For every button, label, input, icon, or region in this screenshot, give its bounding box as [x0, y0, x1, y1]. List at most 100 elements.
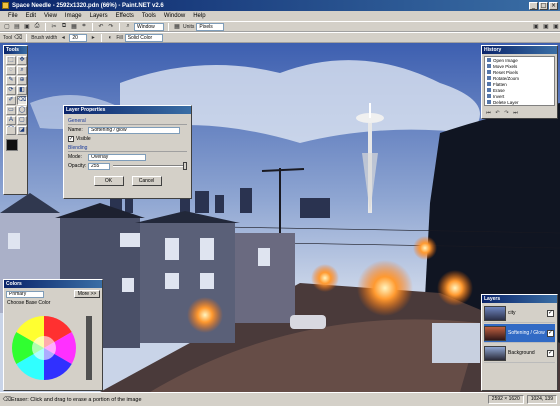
tool-button-9-icon[interactable]: ⌫: [17, 96, 27, 105]
tool-button-14-icon[interactable]: ⌒: [6, 126, 16, 135]
tool-button-3-icon[interactable]: ⌕: [17, 66, 27, 75]
eraser-tool-icon[interactable]: ⌫: [14, 34, 22, 42]
copy-icon[interactable]: ⧉: [60, 23, 68, 31]
tool-button-8-icon[interactable]: ✐: [6, 96, 16, 105]
mode-label: Mode:: [68, 154, 82, 160]
image-tab-icon[interactable]: ▣: [532, 23, 540, 31]
more-colors-button[interactable]: More >>: [74, 290, 100, 298]
crop-icon[interactable]: ⌗: [80, 23, 88, 31]
opacity-slider[interactable]: [113, 162, 187, 170]
main-toolbar: ▢ ▤ ▣ ⎙ ✂ ⧉ ▦ ⌗ ↶ ↷ ⌕ Window ▦ Units Pix…: [0, 21, 560, 32]
canvas-workspace[interactable]: Layer Properties General Name: Softening…: [0, 43, 560, 392]
ok-button[interactable]: OK: [93, 176, 124, 186]
tool-button-13-icon[interactable]: ▢: [17, 116, 27, 125]
primary-color-swatch[interactable]: [6, 139, 18, 151]
color-wheel[interactable]: [4, 306, 100, 390]
history-item-label: Reset Pixels: [493, 69, 519, 75]
brush-increase-icon[interactable]: ▸: [89, 34, 97, 42]
fill-combo[interactable]: Solid Color: [124, 33, 163, 42]
history-step-icon: [487, 82, 491, 86]
layer-visibility-checkbox[interactable]: ✓: [547, 309, 554, 317]
layers-title: Layers: [482, 295, 557, 303]
tool-button-11-icon[interactable]: ◯: [17, 106, 27, 115]
menu-help[interactable]: Help: [189, 13, 209, 19]
brush-decrease-icon[interactable]: ◂: [59, 34, 67, 42]
layer-row[interactable]: Softening / Glow ✓: [484, 324, 555, 343]
close-button[interactable]: ×: [549, 1, 558, 10]
antialias-icon[interactable]: ◐: [106, 34, 114, 42]
save-icon[interactable]: ▣: [23, 23, 31, 31]
maximize-button[interactable]: □: [539, 1, 548, 10]
history-forward-icon[interactable]: ⏭: [512, 109, 519, 116]
history-undo-icon[interactable]: ↶: [494, 109, 501, 116]
color-mode-select[interactable]: Primary: [6, 290, 44, 298]
opacity-label: Opacity:: [68, 163, 87, 169]
layer-name-input[interactable]: Softening / glow: [88, 126, 180, 134]
layer-visibility-checkbox[interactable]: ✓: [547, 329, 554, 337]
tool-button-10-icon[interactable]: ▭: [6, 106, 16, 115]
tool-button-4-icon[interactable]: ✎: [6, 76, 16, 85]
layer-thumbnail: [484, 345, 506, 361]
menu-tools[interactable]: Tools: [138, 13, 160, 19]
open-file-icon[interactable]: ▤: [13, 23, 21, 31]
new-file-icon[interactable]: ▢: [3, 23, 11, 31]
fill-label: Fill: [116, 34, 123, 41]
print-icon[interactable]: ⎙: [33, 23, 41, 31]
history-item[interactable]: Duplicate Layer: [485, 105, 554, 106]
cancel-button[interactable]: Cancel: [131, 176, 162, 186]
layer-row[interactable]: city ✓: [484, 304, 555, 323]
zoom-icon[interactable]: ⌕: [124, 23, 132, 31]
window-title: Space Needle - 2592x1320.pdn (66%) - Pai…: [12, 2, 164, 9]
history-step-icon: [487, 100, 491, 104]
undo-icon[interactable]: ↶: [97, 23, 105, 31]
toolbar-separator: [168, 22, 169, 31]
zoom-combo[interactable]: Window: [134, 22, 164, 31]
value-slider[interactable]: [86, 316, 92, 380]
brush-width-label: Brush width: [31, 34, 58, 41]
tool-button-15-icon[interactable]: ◪: [17, 126, 27, 135]
history-step-icon: [487, 88, 491, 92]
layer-properties-dialog: Layer Properties General Name: Softening…: [63, 105, 192, 199]
tool-button-5-icon[interactable]: ⊕: [17, 76, 27, 85]
grid-icon[interactable]: ▦: [173, 23, 181, 31]
menu-view[interactable]: View: [40, 13, 61, 19]
history-title: History: [482, 46, 557, 54]
minimize-button[interactable]: _: [529, 1, 538, 10]
brush-width-combo[interactable]: 20: [69, 33, 88, 42]
tools-palette: Tools ⬚ ✥ ◌ ⌕ ✎ ⊕ ⟳ ◧ ✐ ⌫ ▭ ◯ A ▢ ⌒ ◪: [3, 45, 28, 195]
tool-button-6-icon[interactable]: ⟳: [6, 86, 16, 95]
menu-file[interactable]: File: [4, 13, 22, 19]
opacity-input[interactable]: 255: [88, 162, 110, 170]
history-rewind-icon[interactable]: ⏮: [485, 109, 492, 116]
layer-visibility-checkbox[interactable]: ✓: [547, 349, 554, 357]
tool-button-7-icon[interactable]: ◧: [17, 86, 27, 95]
colors-palette: Colors Primary More >> Choose Base Color: [3, 279, 103, 391]
menu-layers[interactable]: Layers: [86, 13, 112, 19]
street-light-glow: [357, 260, 413, 316]
paste-icon[interactable]: ▦: [70, 23, 78, 31]
blend-mode-select[interactable]: Overlay: [88, 153, 146, 161]
tool-button-12-icon[interactable]: A: [6, 116, 16, 125]
menu-effects[interactable]: Effects: [112, 13, 138, 19]
menu-edit[interactable]: Edit: [22, 13, 40, 19]
layer-name: Softening / Glow: [508, 330, 545, 336]
history-redo-icon[interactable]: ↷: [503, 109, 510, 116]
redo-icon[interactable]: ↷: [107, 23, 115, 31]
street-light-glow-4: [311, 264, 339, 292]
menu-image[interactable]: Image: [61, 13, 86, 19]
toolbar-separator: [26, 33, 28, 42]
layer-row[interactable]: Background ✓: [484, 344, 555, 363]
visible-checkbox[interactable]: ✓: [68, 136, 74, 142]
image-tab-icon-3[interactable]: ▣: [552, 23, 560, 31]
units-combo[interactable]: Pixels: [196, 22, 225, 31]
opacity-slider-thumb[interactable]: [183, 162, 187, 170]
color-swatches[interactable]: [6, 139, 25, 155]
tool-button-0-icon[interactable]: ⬚: [6, 56, 16, 65]
history-item-label: Flatten: [493, 81, 507, 87]
menu-window[interactable]: Window: [160, 13, 189, 19]
tool-button-1-icon[interactable]: ✥: [17, 56, 27, 65]
image-tab-icon-2[interactable]: ▣: [542, 23, 550, 31]
cut-icon[interactable]: ✂: [50, 23, 58, 31]
history-item-label: Erase: [493, 87, 505, 93]
tool-button-2-icon[interactable]: ◌: [6, 66, 16, 75]
